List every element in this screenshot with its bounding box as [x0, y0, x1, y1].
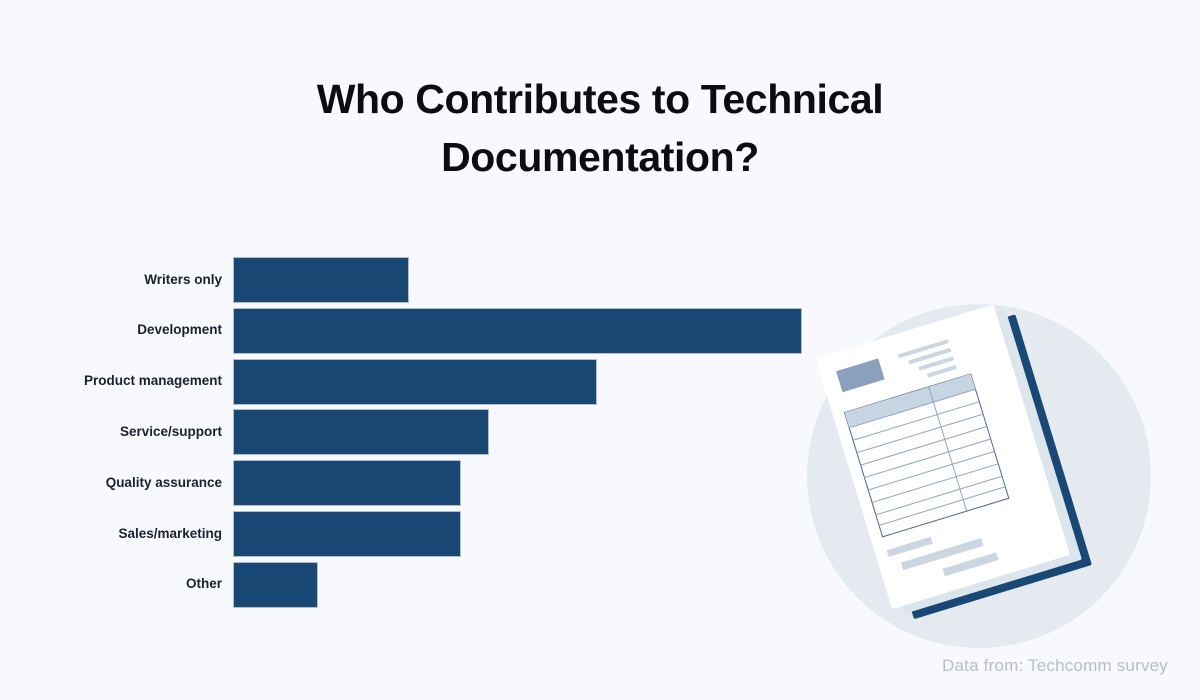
bar-fill: [233, 307, 802, 354]
bar-row: Development: [0, 307, 830, 354]
document-illustration: [807, 304, 1151, 648]
bar-fill: [233, 460, 461, 507]
bar-row: Other: [0, 561, 830, 608]
bar-category-label: Development: [137, 322, 222, 338]
bar-category-label: Product management: [83, 373, 222, 389]
bar-row: Product management: [0, 358, 830, 405]
bar-category-label: Service/support: [119, 423, 222, 439]
bar-fill: [233, 257, 410, 303]
bar-fill: [233, 358, 598, 405]
bar-track: [233, 257, 830, 303]
page-title: Who Contributes to Technical Documentati…: [200, 70, 1000, 186]
bar-fill: [233, 561, 319, 608]
bar-category-label: Writers only: [144, 271, 222, 287]
bar-category-label: Quality assurance: [105, 474, 222, 490]
source-note: Data from: Techcomm survey: [942, 656, 1168, 675]
bar-track: [233, 511, 830, 557]
bar-row: Service/support: [0, 409, 830, 456]
bar-category-label: Other: [185, 576, 222, 592]
page-title-line-1: Who Contributes to Technical: [316, 76, 884, 122]
bar-fill: [233, 409, 490, 456]
bar-track: [233, 307, 830, 354]
bar-chart: Writers only Development Product managemen…: [0, 250, 830, 615]
bar-track: [233, 460, 830, 507]
bar-category-label: Sales/marketing: [118, 525, 222, 541]
bar-track: [233, 561, 830, 608]
bar-track: [233, 409, 830, 456]
bar-row: Quality assurance: [0, 460, 830, 507]
bar-track: [233, 358, 830, 405]
bar-row: Sales/marketing: [0, 511, 830, 557]
bar-row: Writers only: [0, 257, 830, 303]
bar-fill: [233, 511, 461, 557]
page-title-line-2: Documentation?: [441, 134, 759, 181]
